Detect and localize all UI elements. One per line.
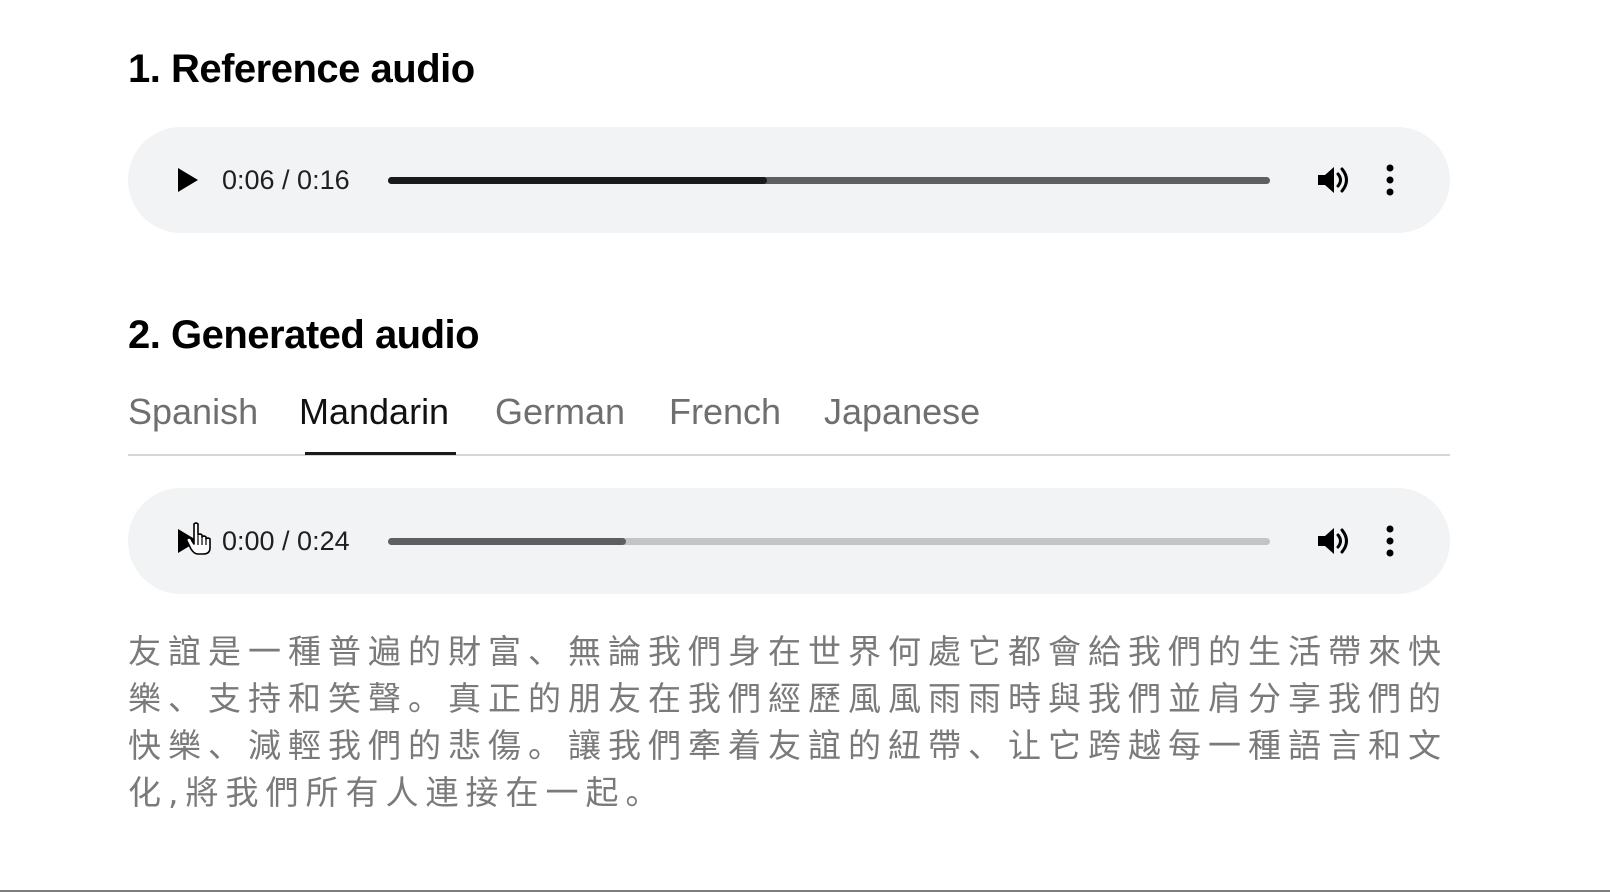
generated-volume-button[interactable]	[1314, 522, 1352, 560]
volume-icon	[1318, 528, 1348, 554]
generated-audio-heading: 2. Generated audio	[128, 313, 480, 357]
language-tabs: Spanish Mandarin German French Japanese	[128, 380, 1450, 456]
play-icon	[178, 529, 198, 553]
more-vertical-icon	[1386, 164, 1394, 196]
generated-seek-bar[interactable]	[388, 538, 1270, 545]
volume-icon	[1318, 167, 1348, 193]
reference-time-display: 0:06 / 0:16	[222, 165, 350, 195]
active-tab-indicator	[305, 452, 456, 455]
generated-time-display: 0:00 / 0:24	[222, 526, 350, 556]
play-icon	[178, 168, 198, 192]
tab-german[interactable]: German	[495, 390, 625, 434]
reference-volume-button[interactable]	[1314, 161, 1352, 199]
reference-seek-played	[388, 177, 767, 184]
reference-audio-player: 0:06 / 0:16	[128, 127, 1450, 233]
generated-transcript: 友誼是一種普遍的財富、無論我們身在世界何處它都會給我們的生活帶來快樂、支持和笑聲…	[128, 632, 1448, 812]
reference-audio-heading: 1. Reference audio	[128, 47, 475, 91]
generated-seek-buffered	[388, 538, 626, 545]
reference-play-button[interactable]	[172, 165, 202, 195]
generated-more-options-button[interactable]	[1380, 524, 1400, 558]
generated-audio-player: 0:00 / 0:24	[128, 488, 1450, 594]
tab-spanish[interactable]: Spanish	[128, 390, 258, 434]
tab-mandarin[interactable]: Mandarin	[299, 390, 449, 434]
generated-play-button[interactable]	[172, 526, 202, 556]
reference-seek-bar[interactable]	[388, 177, 1270, 184]
reference-more-options-button[interactable]	[1380, 163, 1400, 197]
tab-japanese[interactable]: Japanese	[824, 390, 980, 434]
tab-french[interactable]: French	[669, 390, 781, 434]
more-vertical-icon	[1386, 525, 1394, 557]
page: 1. Reference audio 0:06 / 0:16 2. Genera…	[0, 0, 1610, 892]
